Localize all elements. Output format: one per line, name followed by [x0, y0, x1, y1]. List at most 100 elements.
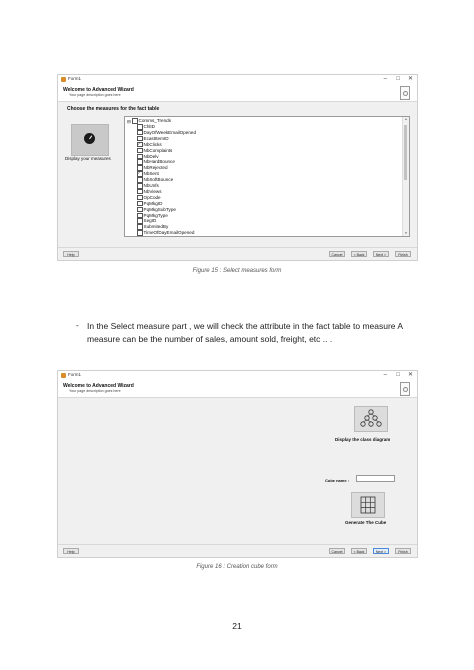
close-button[interactable]: ✕ — [408, 371, 413, 380]
measure-label: EcastItemID — [143, 135, 169, 141]
figure16-caption: Figure 16 : Creation cube form — [196, 564, 278, 570]
tree-item[interactable]: NbUnfs — [137, 183, 159, 189]
back-button[interactable]: < Back — [351, 251, 367, 257]
measure-label: NbSoftBounce — [143, 177, 174, 183]
tree-item[interactable]: EcastItemID — [137, 136, 169, 142]
display-measures-button[interactable] — [71, 124, 109, 156]
tree-item[interactable]: NbDelv — [137, 154, 159, 160]
measure-checkbox[interactable] — [137, 218, 143, 224]
measure-label: NbComplaints — [143, 147, 173, 153]
tree-item[interactable]: NbViews — [137, 189, 162, 195]
tree-item[interactable]: PqMkgID — [137, 201, 162, 207]
measure-checkbox[interactable] — [137, 129, 143, 136]
root-expander-icon[interactable]: ⊟ — [127, 119, 131, 124]
measure-checkbox[interactable] — [137, 200, 143, 207]
wizard-image-icon — [400, 86, 410, 100]
measure-label: NbRejected — [143, 165, 168, 171]
tree-item[interactable]: NbComplaints — [137, 148, 172, 154]
tree-item[interactable]: SegID — [137, 218, 156, 224]
measure-label: OpCode — [143, 194, 161, 200]
finish-button[interactable]: Finish — [395, 251, 411, 257]
next-button[interactable]: Next > — [373, 548, 389, 554]
generate-cube-button[interactable] — [351, 492, 385, 518]
display-measures-label: Display your measures — [65, 156, 111, 161]
measure-checkbox[interactable] — [137, 230, 143, 236]
tree-item[interactable]: ChlID — [137, 124, 155, 130]
app-icon — [61, 373, 66, 378]
measure-checkbox[interactable] — [137, 212, 143, 219]
window-title: Form1 — [68, 372, 82, 377]
tree-scrollbar[interactable]: ▲ ▼ — [402, 117, 409, 236]
back-button[interactable]: < Back — [351, 548, 367, 554]
bullet-marker: - — [76, 321, 79, 330]
tree-item[interactable]: PqMkgType — [137, 213, 168, 219]
measure-label: NbHardBounce — [143, 159, 175, 165]
scroll-up-icon[interactable]: ▲ — [403, 117, 409, 122]
wizard-subtitle: Your page description goes here — [69, 93, 121, 97]
app-icon — [61, 77, 66, 82]
help-button[interactable]: Help — [63, 548, 79, 554]
measure-checkbox[interactable] — [137, 183, 143, 189]
measure-checkbox[interactable] — [137, 188, 143, 195]
measure-label: NbSent — [143, 171, 159, 177]
window-title: Form1 — [68, 76, 82, 81]
measures-tree[interactable]: ⊟ Comms_Trends ChlID DayOfWeekEmailOpened E… — [124, 116, 410, 237]
figure15-caption: Figure 15 : Select measures form — [192, 268, 282, 274]
measure-label: SubmitedBy — [143, 224, 169, 230]
tree-item[interactable]: OpCode — [137, 195, 161, 201]
scroll-thumb[interactable] — [404, 125, 407, 180]
measure-checkbox[interactable] — [137, 124, 143, 130]
tree-item[interactable]: NbHardBounce — [137, 159, 175, 165]
tree-item[interactable]: NbSent — [137, 170, 159, 177]
measure-checkbox[interactable] — [137, 224, 143, 230]
tree-item[interactable]: NbClicks — [137, 141, 162, 148]
measure-checkbox[interactable] — [137, 147, 143, 154]
measure-checkbox[interactable] — [137, 194, 143, 201]
tree-item[interactable]: NbSoftBounce — [137, 177, 173, 183]
wizard-subtitle: Your page description goes here — [69, 389, 121, 393]
measure-label: PqMkgSubType — [143, 206, 176, 212]
measure-checkbox[interactable] — [137, 141, 143, 148]
close-button[interactable]: ✕ — [408, 75, 413, 84]
display-class-diagram-label: Display the class diagram — [335, 437, 391, 442]
measure-checkbox[interactable] — [137, 170, 143, 177]
measure-checkbox[interactable] — [137, 177, 143, 183]
cube-name-input[interactable] — [356, 475, 395, 482]
cube-name-label: Cube name : — [325, 478, 350, 483]
section-title: Choose the measures for the fact table — [67, 106, 160, 112]
wizard-image-icon — [400, 382, 410, 396]
display-class-diagram-button[interactable] — [354, 406, 388, 432]
measure-label: DayOfWeekEmailOpened — [143, 129, 197, 135]
root-checkbox[interactable] — [132, 118, 138, 124]
cancel-button[interactable]: Cancel — [329, 548, 345, 554]
next-button[interactable]: Next > — [373, 251, 389, 257]
measure-label: NbClicks — [143, 141, 162, 147]
measure-checkbox[interactable] — [137, 153, 143, 160]
maximize-button[interactable]: □ — [396, 371, 400, 380]
measure-checkbox[interactable] — [137, 206, 143, 213]
finish-button[interactable]: Finish — [395, 548, 411, 554]
minimize-button[interactable]: – — [384, 75, 387, 84]
title-bar: Form1 – □ ✕ — [58, 371, 417, 380]
measure-checkbox[interactable] — [137, 159, 143, 165]
tree-item[interactable]: PqMkgSubType — [137, 207, 176, 213]
measure-label: PqMkgType — [143, 212, 168, 218]
cancel-button[interactable]: Cancel — [329, 251, 345, 257]
class-diagram-icon — [360, 409, 382, 427]
measure-label: NbUnfs — [143, 183, 159, 188]
minimize-button[interactable]: – — [384, 371, 387, 380]
measure-label: ChlID — [143, 124, 156, 129]
generate-cube-label: Generate The Cube — [345, 520, 387, 525]
tree-item[interactable]: TimeOfDayEmailOpened — [137, 230, 194, 236]
tree-item[interactable]: DayOfWeekEmailOpened — [137, 130, 196, 136]
tree-item[interactable]: NbRejected — [137, 165, 168, 171]
maximize-button[interactable]: □ — [396, 75, 400, 84]
body-paragraph: In the Select measure part , we will che… — [87, 321, 403, 344]
creation-cube-window: Form1 – □ ✕ Welcome to Advanced Wizard Y… — [57, 370, 418, 558]
help-button[interactable]: Help — [63, 251, 79, 257]
title-bar: Form1 – □ ✕ — [58, 75, 417, 84]
scroll-down-icon[interactable]: ▼ — [403, 231, 409, 236]
tree-item[interactable]: SubmitedBy — [137, 224, 168, 230]
tree-root-node[interactable]: ⊟ Comms_Trends — [127, 118, 171, 124]
wizard-header: Welcome to Advanced Wizard Your page des… — [58, 380, 417, 398]
